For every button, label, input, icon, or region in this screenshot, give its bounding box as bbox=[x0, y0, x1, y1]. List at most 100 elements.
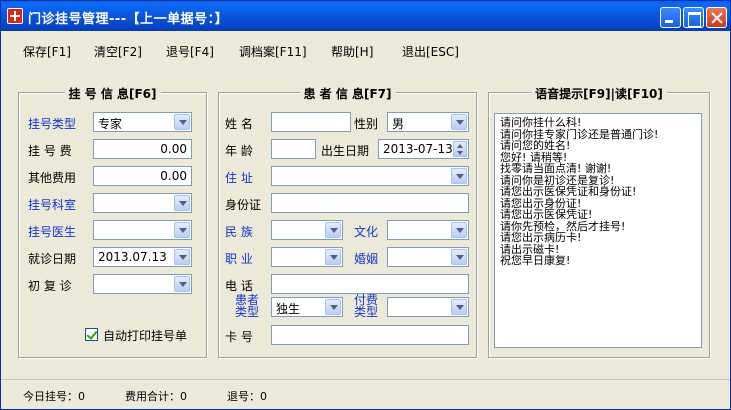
status-fee-label: 费用合计： bbox=[125, 390, 180, 403]
visit-date-picker[interactable]: 2013.07.13 bbox=[93, 247, 192, 267]
status-refund-value: 0 bbox=[260, 390, 267, 403]
menu-bar: 保存[F1] 清空[F2] 退号[F4] 调档案[F11] 帮助[H] 退出[E… bbox=[1, 31, 730, 69]
menu-help[interactable]: 帮助[H] bbox=[331, 43, 373, 60]
spinner-icon[interactable] bbox=[453, 141, 467, 157]
status-today-value: 0 bbox=[78, 390, 85, 403]
patient-type-select[interactable]: 独生 bbox=[271, 297, 343, 317]
chevron-down-icon[interactable] bbox=[174, 195, 190, 211]
status-fee-value: 0 bbox=[180, 390, 187, 403]
reg-doctor-label: 挂号医生 bbox=[28, 225, 77, 239]
nation-label: 民 族 bbox=[225, 225, 253, 239]
chevron-down-icon[interactable] bbox=[451, 168, 467, 184]
voice-line[interactable]: 请您出示病历卡! bbox=[500, 232, 696, 244]
patient-panel-title: 患 者 信 息[F7] bbox=[299, 85, 396, 102]
visit-date-value: 2013.07.13 bbox=[98, 250, 167, 264]
birth-label: 出生日期 bbox=[321, 144, 370, 158]
age-label: 年 龄 bbox=[225, 144, 253, 158]
voice-panel-title: 语音提示[F9]|读[F10] bbox=[531, 85, 667, 102]
voice-line[interactable]: 请您出示医保凭证! bbox=[500, 209, 696, 221]
app-window: 门诊挂号管理---【上一单据号：】 保存[F1] 清空[F2] 退号[F4] 调… bbox=[0, 0, 731, 410]
gender-label: 性别 bbox=[354, 117, 379, 131]
education-label: 文化 bbox=[354, 225, 379, 239]
chevron-down-icon[interactable] bbox=[451, 249, 467, 265]
voice-line[interactable]: 请您出示医保凭证和身份证! bbox=[500, 186, 696, 198]
nation-select[interactable] bbox=[271, 220, 343, 240]
registration-panel-title: 挂 号 信 息[F6] bbox=[64, 85, 161, 102]
status-today-label: 今日挂号： bbox=[23, 390, 78, 403]
voice-line[interactable]: 找零请当面点清! 谢谢! bbox=[500, 163, 696, 175]
app-icon bbox=[7, 8, 23, 24]
reg-dept-select[interactable] bbox=[93, 193, 192, 213]
pay-type-select[interactable] bbox=[387, 297, 469, 317]
pay-type-label-line2: 类型 bbox=[354, 305, 379, 319]
reg-type-value: 专家 bbox=[98, 117, 123, 131]
menu-load-file[interactable]: 调档案[F11] bbox=[239, 43, 307, 60]
name-label: 姓 名 bbox=[225, 117, 253, 131]
status-bar: 今日挂号：0 费用合计：0 退号：0 bbox=[1, 379, 730, 409]
name-input[interactable] bbox=[271, 112, 351, 132]
reg-doctor-select[interactable] bbox=[93, 220, 192, 240]
marriage-label: 婚姻 bbox=[354, 252, 379, 266]
phone-input[interactable] bbox=[271, 274, 469, 294]
voice-line[interactable]: 祝您早日康复! bbox=[500, 255, 696, 267]
birth-date-input[interactable]: 2013-07-13 bbox=[378, 139, 469, 159]
reg-fee-input[interactable]: 0.00 bbox=[93, 139, 192, 159]
reg-type-label: 挂号类型 bbox=[28, 117, 77, 131]
chevron-down-icon[interactable] bbox=[451, 299, 467, 315]
address-label: 住 址 bbox=[225, 171, 253, 185]
job-label: 职 业 bbox=[225, 252, 253, 266]
chevron-down-icon[interactable] bbox=[451, 222, 467, 238]
window-title: 门诊挂号管理---【上一单据号：】 bbox=[28, 12, 229, 27]
maximize-button[interactable] bbox=[683, 7, 704, 28]
voice-prompt-list[interactable]: 请问你挂什么科! 请问你挂专家门诊还是普通门诊! 请问您的姓名! 您好! 请稍等… bbox=[494, 113, 702, 348]
other-fee-input[interactable]: 0.00 bbox=[93, 166, 192, 186]
pay-type-label: 付费 类型 bbox=[354, 294, 378, 318]
gender-select[interactable]: 男 bbox=[387, 112, 469, 132]
menu-clear[interactable]: 清空[F2] bbox=[94, 43, 142, 60]
patient-type-value: 独生 bbox=[276, 302, 301, 316]
chevron-down-icon[interactable] bbox=[174, 249, 190, 265]
idcard-label: 身份证 bbox=[225, 198, 262, 212]
patient-type-label: 患者 类型 bbox=[235, 294, 259, 318]
voice-line[interactable]: 请问你挂什么科! bbox=[500, 117, 696, 129]
card-input[interactable] bbox=[271, 325, 469, 345]
visit-type-label: 初 复 诊 bbox=[28, 279, 72, 293]
status-refund-label: 退号： bbox=[227, 390, 260, 403]
autoprint-checkbox[interactable] bbox=[85, 328, 98, 341]
status-fee-total: 费用合计：0 bbox=[125, 388, 187, 404]
phone-label: 电 话 bbox=[225, 279, 253, 293]
chevron-down-icon[interactable] bbox=[325, 222, 341, 238]
marriage-select[interactable] bbox=[387, 247, 469, 267]
gender-value: 男 bbox=[392, 117, 405, 131]
card-label: 卡 号 bbox=[225, 330, 253, 344]
reg-dept-label: 挂号科室 bbox=[28, 198, 77, 212]
menu-refund[interactable]: 退号[F4] bbox=[166, 43, 214, 60]
chevron-down-icon[interactable] bbox=[174, 222, 190, 238]
idcard-input[interactable] bbox=[271, 193, 469, 213]
chevron-down-icon[interactable] bbox=[451, 114, 467, 130]
close-button[interactable] bbox=[706, 7, 727, 28]
voice-line[interactable]: 请问您的姓名! bbox=[500, 140, 696, 152]
minimize-button[interactable] bbox=[660, 7, 681, 28]
other-fee-label: 其他费用 bbox=[28, 171, 77, 185]
reg-fee-label: 挂 号 费 bbox=[28, 144, 72, 158]
title-bar[interactable]: 门诊挂号管理---【上一单据号：】 bbox=[1, 1, 730, 31]
reg-type-select[interactable]: 专家 bbox=[93, 112, 192, 132]
chevron-down-icon[interactable] bbox=[174, 114, 190, 130]
address-select[interactable] bbox=[271, 166, 469, 186]
autoprint-label: 自动打印挂号单 bbox=[103, 329, 188, 343]
job-select[interactable] bbox=[271, 247, 343, 267]
status-refund: 退号：0 bbox=[227, 388, 267, 404]
chevron-down-icon[interactable] bbox=[174, 276, 190, 292]
visit-date-label: 就诊日期 bbox=[28, 252, 77, 266]
chevron-down-icon[interactable] bbox=[325, 249, 341, 265]
birth-date-value: 2013-07-13 bbox=[383, 142, 453, 156]
visit-type-select[interactable] bbox=[93, 274, 192, 294]
menu-exit[interactable]: 退出[ESC] bbox=[402, 43, 459, 60]
chevron-down-icon[interactable] bbox=[325, 299, 341, 315]
age-input[interactable] bbox=[271, 139, 316, 159]
patient-type-label-line2: 类型 bbox=[235, 305, 260, 319]
education-select[interactable] bbox=[387, 220, 469, 240]
status-today: 今日挂号：0 bbox=[23, 388, 85, 404]
menu-save[interactable]: 保存[F1] bbox=[23, 43, 71, 60]
